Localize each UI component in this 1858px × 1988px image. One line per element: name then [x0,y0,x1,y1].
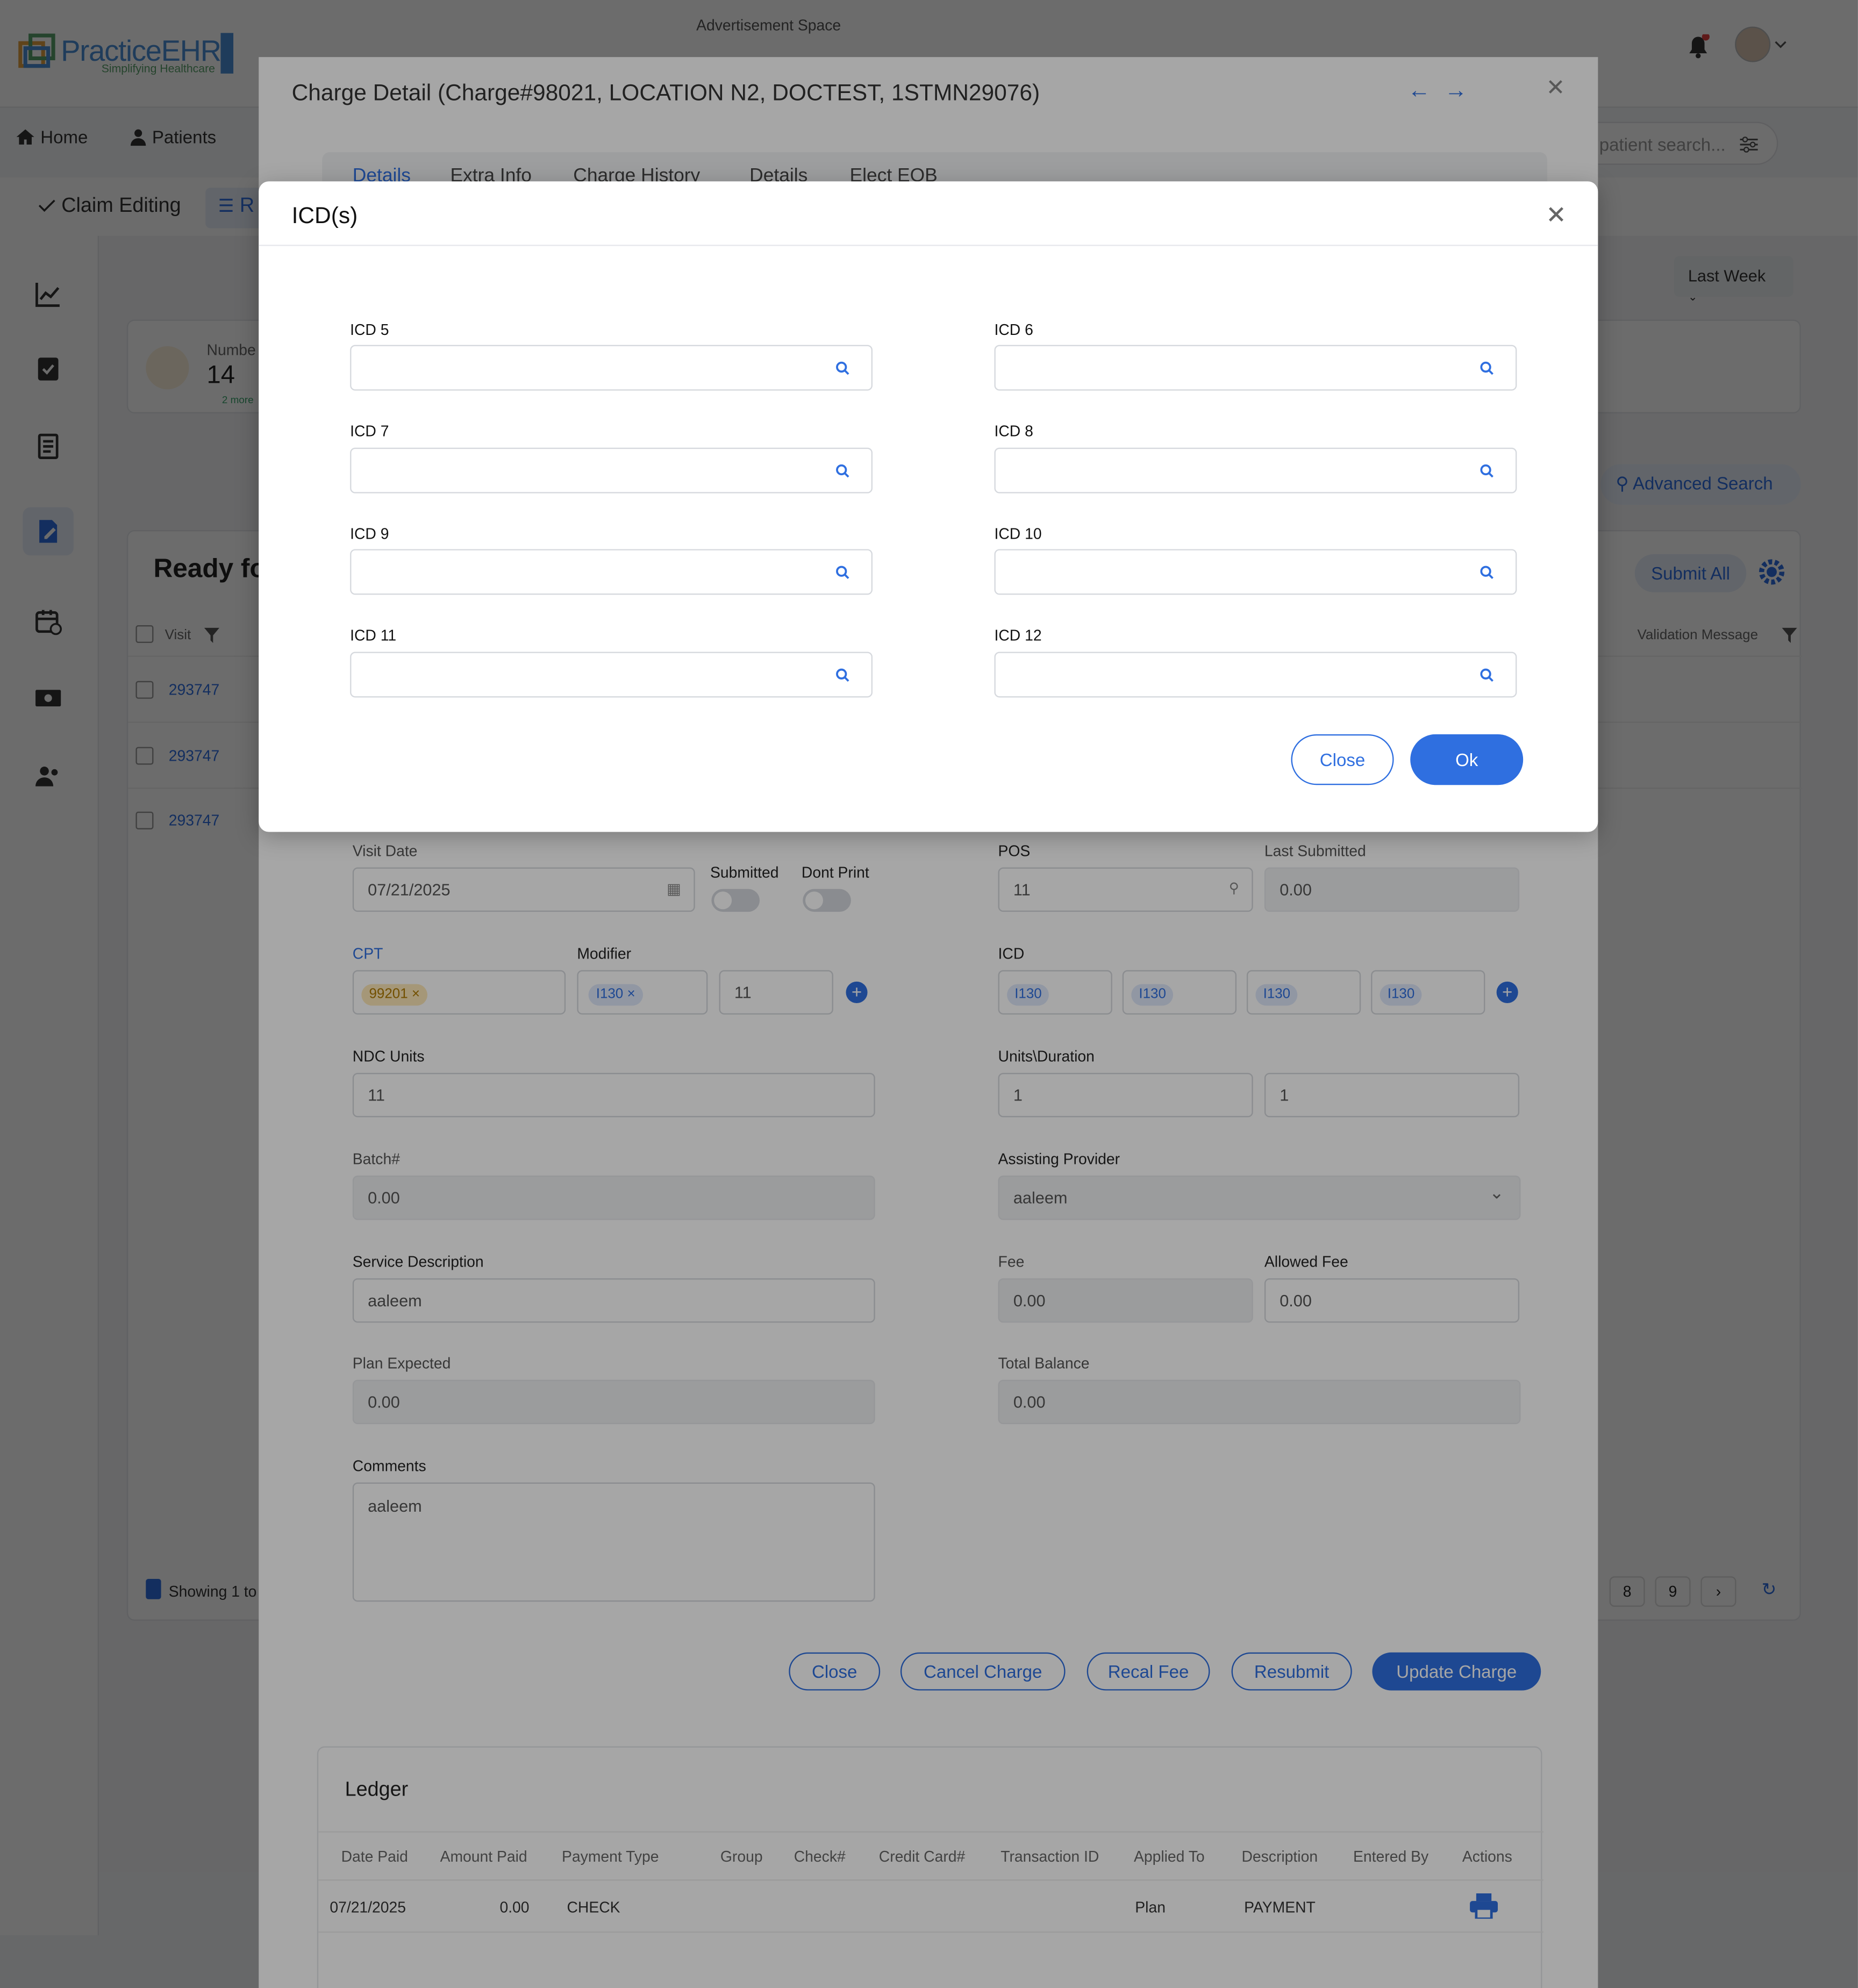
close-icon[interactable] [1543,202,1569,227]
icd-5-label: ICD 5 [350,320,389,339]
icd-9-label: ICD 9 [350,525,389,543]
icd-8-label: ICD 8 [994,422,1033,440]
icd-10-label: ICD 10 [994,525,1042,543]
icd-5-input[interactable] [350,345,873,391]
icd-12-label: ICD 12 [994,626,1042,645]
icd-12-input[interactable] [994,652,1517,698]
icd-6-input[interactable] [994,345,1517,391]
search-icon[interactable] [836,668,850,682]
search-icon[interactable] [1480,566,1494,580]
icd-modal-divider [259,245,1598,246]
icd-modal-title: ICD(s) [291,203,358,228]
search-icon[interactable] [836,361,850,375]
icd-close-button[interactable]: Close [1291,734,1394,785]
search-icon[interactable] [836,566,850,580]
app-viewport: Advertisement Space PracticeEHR Simplify… [0,0,1858,1988]
icd-10-input[interactable] [994,549,1517,595]
icd-7-label: ICD 7 [350,422,389,440]
icd-6-label: ICD 6 [994,320,1033,339]
icd-ok-button[interactable]: Ok [1410,734,1524,785]
search-icon[interactable] [1480,464,1494,478]
icd-11-label: ICD 11 [350,626,397,645]
icd-modal: ICD(s) ICD 5 ICD 6 ICD 7 ICD 8 ICD 9 ICD… [259,181,1598,832]
search-icon[interactable] [1480,361,1494,375]
icd-11-input[interactable] [350,652,873,698]
icd-7-input[interactable] [350,447,873,494]
icd-8-input[interactable] [994,447,1517,494]
icd-9-input[interactable] [350,549,873,595]
search-icon[interactable] [836,464,850,478]
search-icon[interactable] [1480,668,1494,682]
